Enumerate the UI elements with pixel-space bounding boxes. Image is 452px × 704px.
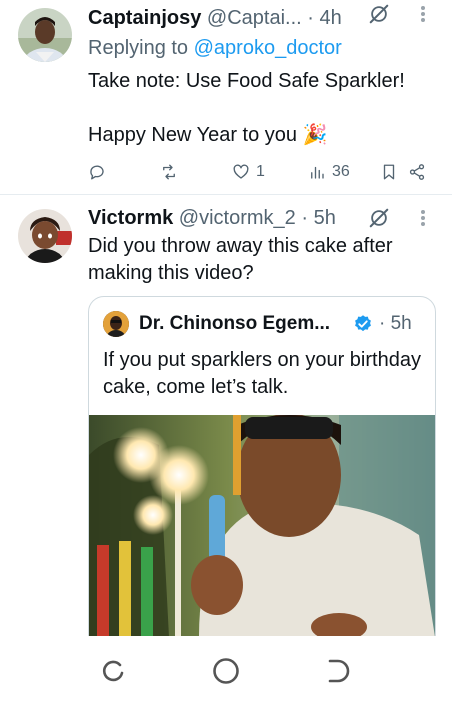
avatar[interactable] xyxy=(103,311,129,337)
separator-dot: · xyxy=(301,207,309,229)
more-icon[interactable] xyxy=(420,208,426,228)
quoted-tweet-time: · 5h xyxy=(379,311,412,337)
views-icon xyxy=(311,166,324,179)
reply-icon xyxy=(90,165,104,180)
share-button[interactable] xyxy=(408,160,426,184)
like-count: 1 xyxy=(256,163,265,180)
repost-icon xyxy=(163,164,175,180)
tweet-actions: 1 36 xyxy=(84,160,440,184)
author-name[interactable]: Captainjosy xyxy=(88,7,201,29)
bookmark-button[interactable] xyxy=(380,160,398,184)
tweet-time[interactable]: 4h xyxy=(320,7,342,29)
system-navigation-bar xyxy=(0,636,452,704)
avatar[interactable] xyxy=(18,209,72,263)
quoted-tweet-media[interactable] xyxy=(89,413,435,641)
tweet-text: Did you throw away this cake after makin… xyxy=(88,235,393,284)
tweet-text-line-1: Take note: Use Food Safe Sparkler! xyxy=(88,70,405,92)
home-icon[interactable] xyxy=(211,656,241,686)
like-button[interactable]: 1 xyxy=(232,160,265,184)
quoted-tweet-text: If you put sparklers on your birthday ca… xyxy=(103,349,421,398)
back-icon[interactable] xyxy=(324,656,354,686)
author-handle[interactable]: @Captai... xyxy=(207,7,302,29)
views-button[interactable]: 36 xyxy=(308,160,350,184)
views-count: 36 xyxy=(332,163,350,180)
reply-button[interactable] xyxy=(88,160,112,184)
repost-button[interactable] xyxy=(160,160,184,184)
tweet-text-line-2: Happy New Year to you 🎉 xyxy=(88,124,328,146)
quoted-author-name[interactable]: Dr. Chinonso Egem... xyxy=(139,311,330,337)
quoted-time-value: 5h xyxy=(390,313,412,334)
tweet-captainjosy[interactable]: Captainjosy @Captai... · 4h Replying to … xyxy=(0,0,452,194)
replying-to: Replying to @aproko_doctor xyxy=(88,34,342,62)
like-icon xyxy=(233,164,249,179)
verified-badge-icon xyxy=(355,315,371,332)
separator-dot: · xyxy=(307,7,314,29)
author-handle[interactable]: @victormk_2 xyxy=(179,207,296,229)
more-icon[interactable] xyxy=(420,4,426,24)
tweet-time[interactable]: 5h xyxy=(314,207,336,229)
avatar[interactable] xyxy=(18,8,72,62)
recents-icon[interactable] xyxy=(98,656,128,686)
quoted-tweet[interactable]: Dr. Chinonso Egem... · 5h If you put spa… xyxy=(88,296,436,658)
share-icon xyxy=(409,164,425,180)
author-name[interactable]: Victormk xyxy=(88,207,173,229)
tweet-victormk[interactable]: Victormk @victormk_2 · 5h Did you throw … xyxy=(0,195,452,658)
bookmark-icon xyxy=(383,164,395,180)
grok-icon[interactable] xyxy=(368,3,390,25)
mention-link[interactable]: @aproko_doctor xyxy=(194,37,342,59)
sparkler-video-thumbnail xyxy=(89,413,435,641)
replying-to-label: Replying to xyxy=(88,37,194,59)
grok-icon[interactable] xyxy=(368,207,390,229)
separator-dot: · xyxy=(379,313,386,334)
